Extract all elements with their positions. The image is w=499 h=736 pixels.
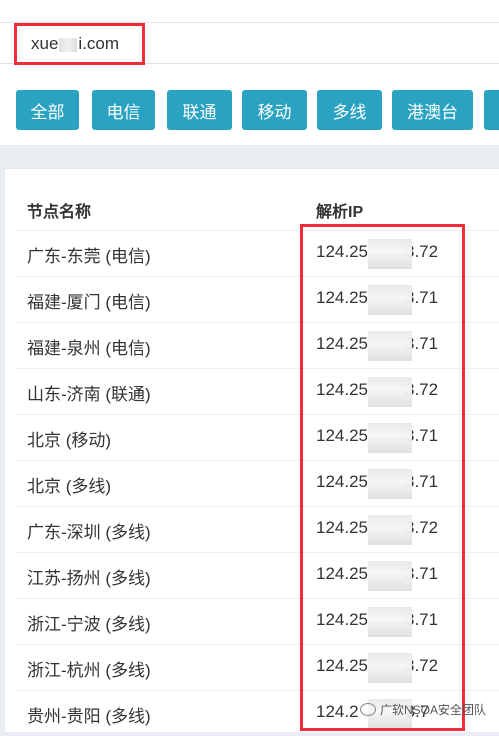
filter-more-button[interactable]	[484, 90, 499, 130]
node-name-cell: 贵州-贵阳 (多线)	[27, 707, 151, 726]
node-name-cell: 浙江-杭州 (多线)	[27, 661, 151, 680]
node-name-cell: 广东-东莞 (电信)	[27, 247, 151, 266]
filter-hk-macau-taiwan-button[interactable]: 港澳台	[392, 90, 473, 130]
ip-highlight-box	[300, 224, 465, 731]
node-name-cell: 福建-泉州 (电信)	[27, 339, 151, 358]
filter-unicom-button[interactable]: 联通	[167, 90, 232, 130]
column-header-ip: 解析IP	[316, 204, 364, 221]
filter-telecom-button[interactable]: 电信	[92, 90, 155, 130]
node-name-cell: 浙江-宁波 (多线)	[27, 615, 151, 634]
filter-mobile-button[interactable]: 移动	[242, 90, 307, 130]
node-name-cell: 江苏-扬州 (多线)	[27, 569, 151, 588]
column-header-node: 节点名称	[27, 204, 92, 221]
domain-highlight-box	[14, 23, 145, 65]
watermark-text: 广软NSOA安全团队	[380, 702, 487, 717]
node-name-cell: 山东-济南 (联通)	[27, 385, 151, 404]
node-name-cell: 北京 (移动)	[27, 431, 112, 450]
filter-all-button[interactable]: 全部	[16, 90, 79, 130]
search-panel: xue i.com 全部 电信 联通 移动 多线 港澳台	[0, 0, 499, 145]
filter-multiline-button[interactable]: 多线	[317, 90, 382, 130]
wechat-icon	[360, 702, 376, 716]
watermark: 广软NSOA安全团队	[360, 700, 486, 718]
node-name-cell: 福建-厦门 (电信)	[27, 293, 151, 312]
node-name-cell: 北京 (多线)	[27, 477, 112, 496]
node-name-cell: 广东-深圳 (多线)	[27, 523, 151, 542]
